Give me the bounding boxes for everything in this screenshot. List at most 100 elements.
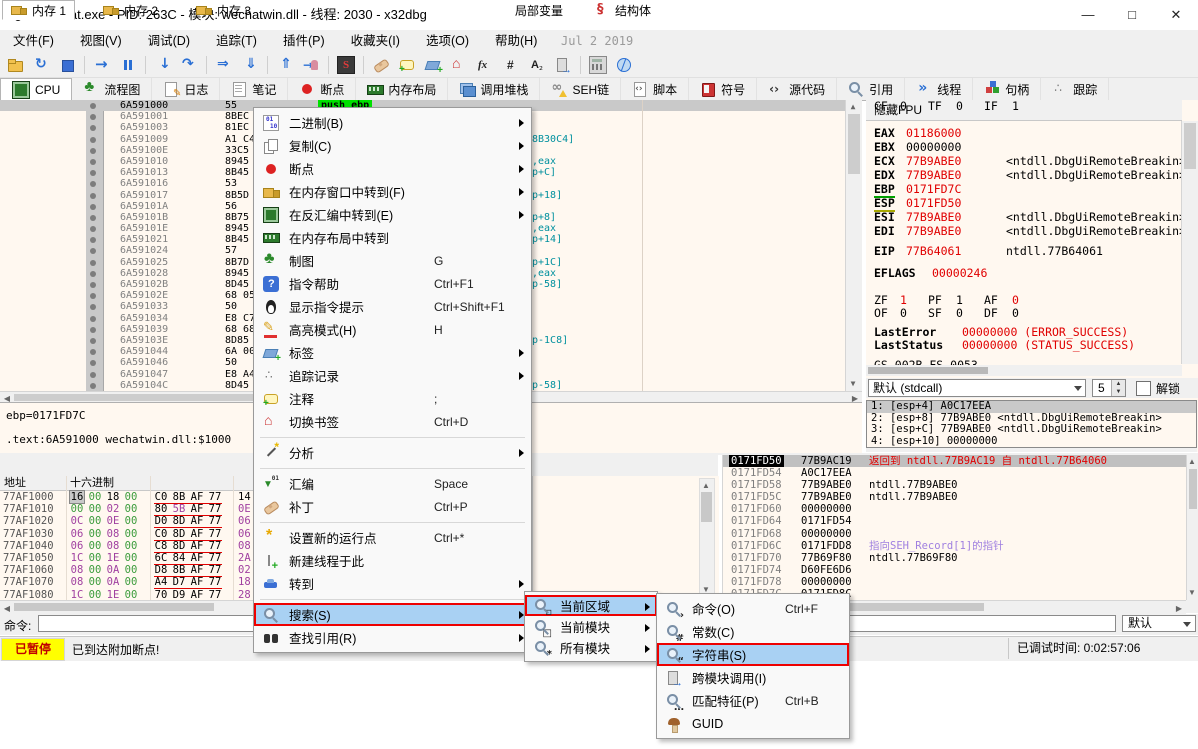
spinner-arrows-icon[interactable]: ▲▼ — [1111, 380, 1125, 396]
context-menu-item[interactable]: 标签 — [254, 341, 531, 364]
toolbar-button[interactable] — [525, 54, 549, 76]
toolbar-button[interactable] — [116, 54, 140, 76]
toolbar-button[interactable] — [177, 54, 201, 76]
toolbar-button[interactable] — [612, 54, 636, 76]
submenu-item[interactable]: * 所有模块 — [525, 637, 657, 658]
register-row[interactable]: EAX 01186000 — [866, 126, 1182, 140]
menu-bar-item[interactable]: 帮助(H) — [482, 30, 550, 53]
submenu-item[interactable]: … 匹配特征(P) Ctrl+B — [657, 689, 849, 712]
stack-row[interactable]: 0171FD78 00000000 — [723, 576, 1187, 588]
register-row[interactable]: ESI 77B9ABE0 <ntdll.DbgUiRemoteBreakin> — [866, 210, 1182, 224]
instruction-dot-icon[interactable] — [90, 372, 96, 378]
toolbar-button[interactable] — [499, 54, 523, 76]
stack-row[interactable]: 0171FD50 77B9AC19 返回到 ntdll.77B9AC19 自 n… — [723, 455, 1187, 467]
instruction-dot-icon[interactable] — [90, 148, 96, 154]
toolbar-button[interactable] — [328, 56, 329, 74]
toolbar-button[interactable] — [551, 54, 575, 76]
eflags-row[interactable]: EFLAGS 00000246 — [866, 266, 1182, 280]
instruction-dot-icon[interactable] — [90, 204, 96, 210]
register-row[interactable]: EBX 00000000 — [866, 140, 1182, 154]
view-tab[interactable]: SEH链 — [540, 78, 621, 100]
toolbar-button[interactable] — [3, 54, 27, 76]
context-menu-item[interactable]: 在反汇编中转到(E) — [254, 203, 531, 226]
calling-convention-select[interactable]: 默认 (stdcall) — [868, 379, 1086, 397]
toolbar-button[interactable] — [580, 56, 581, 74]
toolbar-button[interactable] — [421, 54, 445, 76]
context-menu-item[interactable]: 制图 G — [254, 249, 531, 272]
view-tab[interactable]: 流程图 — [72, 78, 152, 100]
toolbar-button[interactable] — [238, 54, 262, 76]
context-menu-item[interactable]: 分析 — [254, 441, 531, 464]
instruction-dot-icon[interactable] — [90, 193, 96, 199]
context-menu-item[interactable] — [254, 595, 531, 603]
view-tab[interactable]: 句柄 — [973, 78, 1041, 100]
view-tab[interactable]: 跟踪 — [1041, 78, 1109, 100]
toolbar-button[interactable] — [151, 54, 175, 76]
toolbar-button[interactable] — [267, 56, 268, 74]
toolbar-button[interactable] — [212, 54, 236, 76]
context-menu-item[interactable]: 新建线程于此 — [254, 549, 531, 572]
context-menu-item[interactable]: 在内存窗口中转到(F) — [254, 180, 531, 203]
unlock-checkbox[interactable] — [1136, 381, 1151, 396]
view-tab[interactable]: CPU — [0, 78, 72, 101]
toolbar-button[interactable] — [273, 54, 297, 76]
locals-vertical-scrollbar[interactable]: ▲ ▼ — [699, 478, 715, 598]
register-row[interactable]: EDI 77B9ABE0 <ntdll.DbgUiRemoteBreakin> — [866, 224, 1182, 238]
view-tab[interactable]: 日志 — [152, 78, 220, 100]
context-menu-item[interactable] — [254, 464, 531, 472]
context-menu-item[interactable]: 切换书签 Ctrl+D — [254, 410, 531, 433]
menu-bar-item[interactable]: 调试(D) — [135, 30, 203, 53]
stack-row[interactable]: 0171FD64 0171FD54 — [723, 515, 1187, 527]
arguments-scrollbar[interactable] — [866, 448, 1197, 452]
context-menu-item[interactable]: 补丁 Ctrl+P — [254, 495, 531, 518]
context-menu-item[interactable]: 设置新的运行点 Ctrl+* — [254, 526, 531, 549]
context-menu-item[interactable]: 在内存布局中转到 — [254, 226, 531, 249]
instruction-dot-icon[interactable] — [90, 349, 96, 355]
instruction-dot-icon[interactable] — [90, 170, 96, 176]
instruction-dot-icon[interactable] — [90, 181, 96, 187]
registers-horizontal-scrollbar[interactable] — [866, 365, 1182, 376]
tab-memory-3[interactable]: 内存 3 — [188, 0, 259, 20]
maximize-button[interactable]: □ — [1110, 0, 1154, 30]
registers-vertical-scrollbar[interactable] — [1181, 121, 1198, 364]
view-tab[interactable]: 符号 — [689, 78, 757, 100]
submenu-item[interactable]: › 命令(O) Ctrl+F — [657, 597, 849, 620]
argument-row[interactable]: 1: [esp+4] A0C17EEA — [867, 401, 1196, 413]
toolbar-button[interactable] — [145, 56, 146, 74]
tab-locals[interactable]: 局部变量 — [486, 0, 571, 20]
toolbar-button[interactable] — [334, 54, 358, 76]
instruction-dot-icon[interactable] — [90, 327, 96, 333]
menu-bar-item[interactable]: 选项(O) — [413, 30, 482, 53]
context-menu-item[interactable]: 二进制(B) — [254, 111, 531, 134]
menu-bar-item[interactable]: 追踪(T) — [203, 30, 270, 53]
context-menu-item[interactable]: 汇编 Space — [254, 472, 531, 495]
menu-bar-item[interactable]: 收藏夹(I) — [338, 30, 413, 53]
toolbar-button[interactable] — [206, 56, 207, 74]
submenu-item[interactable]: □ 当前模块 — [525, 616, 657, 637]
stack-row[interactable]: 0171FD6C 0171FDD8 指向SEH_Record[1]的指针 — [723, 540, 1187, 552]
context-menu-item[interactable]: 高亮模式(H) H — [254, 318, 531, 341]
instruction-dot-icon[interactable] — [90, 304, 96, 310]
argument-count-spinner[interactable]: 5▲▼ — [1092, 379, 1126, 397]
view-tab[interactable]: 调用堆栈 — [448, 78, 540, 100]
menu-bar-item[interactable]: 插件(P) — [270, 30, 338, 53]
view-tab[interactable]: 源代码 — [757, 78, 837, 100]
instruction-dot-icon[interactable] — [90, 271, 96, 277]
view-tab[interactable]: 线程 — [905, 78, 973, 100]
stack-row[interactable]: 0171FD74 D60FE6D6 — [723, 564, 1187, 576]
minimize-button[interactable]: — — [1066, 0, 1110, 30]
toolbar-button[interactable] — [363, 56, 364, 74]
instruction-dot-icon[interactable] — [90, 293, 96, 299]
instruction-dot-icon[interactable] — [90, 125, 96, 131]
context-menu-item[interactable]: 复制(C) — [254, 134, 531, 157]
stack-pane[interactable]: 0171FD50 77B9AC19 返回到 ntdll.77B9AC19 自 n… — [722, 455, 1187, 600]
context-menu-item[interactable]: 搜索(S) — [254, 603, 531, 626]
instruction-dot-icon[interactable] — [90, 260, 96, 266]
disassembly-vertical-scrollbar[interactable]: ▲ ▼ — [845, 100, 862, 391]
tab-struct[interactable]: 结构体 — [586, 0, 659, 20]
tab-memory-1[interactable]: 内存 1 — [2, 0, 75, 20]
instruction-dot-icon[interactable] — [90, 114, 96, 120]
flags-row[interactable]: ZF1 PF1 AF0 — [866, 294, 1182, 307]
submenu-item[interactable]: “ 字符串(S) — [657, 643, 849, 666]
context-menu-item[interactable]: 注释 ; — [254, 387, 531, 410]
